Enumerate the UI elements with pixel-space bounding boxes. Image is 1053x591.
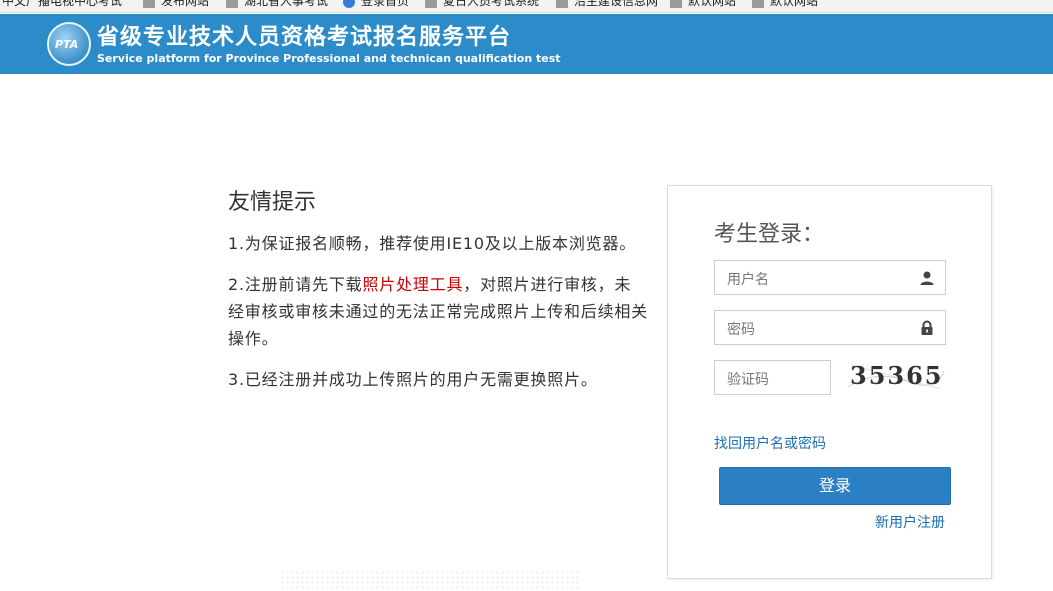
bookmark-item[interactable]: 登录首页 xyxy=(343,0,409,9)
bookmark-item[interactable]: 默认网站 xyxy=(752,0,818,9)
bookmark-label: 中文广播电视中心考试 xyxy=(2,0,123,8)
page-icon xyxy=(143,0,155,8)
tip-item-2: 2.注册前请先下载照片处理工具，对照片进行审核，未经审核或审核未通过的无法正常完… xyxy=(228,271,648,352)
bookmarks-bar: 中文广播电视中心考试 发布网站 湖北省人事考试 登录首页 夏日人员考试系统 沿主… xyxy=(0,0,1053,13)
pta-logo: PTA xyxy=(47,22,91,66)
captcha-placeholder: 验证码 xyxy=(727,372,769,388)
username-placeholder: 用户名 xyxy=(727,272,769,288)
forgot-link[interactable]: 找回用户名或密码 xyxy=(714,433,826,453)
bookmark-label: 夏日人员考试系统 xyxy=(443,0,540,8)
bookmark-item[interactable]: 夏日人员考试系统 xyxy=(425,0,539,9)
captcha-image[interactable]: 35365 xyxy=(846,359,946,395)
register-link[interactable]: 新用户注册 xyxy=(875,512,945,532)
page-icon xyxy=(425,0,437,8)
page-icon xyxy=(752,0,764,8)
photo-tool-link[interactable]: 照片处理工具 xyxy=(362,275,463,294)
bookmark-item[interactable]: 湖北省人事考试 xyxy=(226,0,328,9)
bookmark-label: 沿主建设信息网 xyxy=(574,0,659,8)
bookmark-item[interactable]: 沿主建设信息网 xyxy=(556,0,658,9)
tip-item-3: 3.已经注册并成功上传照片的用户无需更换照片。 xyxy=(228,370,598,389)
tip-item-1: 1.为保证报名顺畅，推荐使用IE10及以上版本浏览器。 xyxy=(228,234,637,253)
bookmark-item[interactable]: 发布网站 xyxy=(143,0,209,9)
bookmark-label: 默认网站 xyxy=(770,0,819,8)
bookmark-item[interactable]: 默认网站 xyxy=(670,0,736,9)
bookmark-item[interactable]: 中文广播电视中心考试 xyxy=(2,0,122,9)
bookmark-label: 发布网站 xyxy=(161,0,210,8)
bookmark-label: 默认网站 xyxy=(688,0,737,8)
username-field[interactable]: 用户名 xyxy=(714,260,946,295)
page-icon xyxy=(670,0,682,8)
captcha-text: 35365 xyxy=(850,361,944,390)
login-title: 考生登录： xyxy=(714,222,825,247)
login-panel: 考生登录： 用户名 密码 验证码 35365 找回用户名或密码 登录 新用户注册 xyxy=(667,185,992,579)
page-icon xyxy=(556,0,568,8)
password-placeholder: 密码 xyxy=(727,322,755,338)
tips-panel: 友情提示 1.为保证报名顺畅，推荐使用IE10及以上版本浏览器。 2.注册前请先… xyxy=(228,184,648,407)
globe-icon xyxy=(343,0,355,8)
page-icon xyxy=(226,0,238,8)
site-subtitle: Service platform for Province Profession… xyxy=(97,52,561,65)
password-field[interactable]: 密码 xyxy=(714,310,946,345)
lock-icon xyxy=(921,320,933,335)
site-title: 省级专业技术人员资格考试报名服务平台 xyxy=(97,25,512,50)
logo-text: PTA xyxy=(55,38,79,51)
captcha-field[interactable]: 验证码 xyxy=(714,360,831,395)
tip-text: 2.注册前请先下载 xyxy=(228,275,363,294)
login-button[interactable]: 登录 xyxy=(719,467,951,505)
user-icon xyxy=(920,271,934,285)
background-pattern xyxy=(280,570,580,591)
site-header: PTA 省级专业技术人员资格考试报名服务平台 Service platform … xyxy=(0,14,1053,74)
tips-title: 友情提示 xyxy=(228,190,317,215)
bookmark-label: 登录首页 xyxy=(361,0,410,8)
bookmark-label: 湖北省人事考试 xyxy=(244,0,329,8)
